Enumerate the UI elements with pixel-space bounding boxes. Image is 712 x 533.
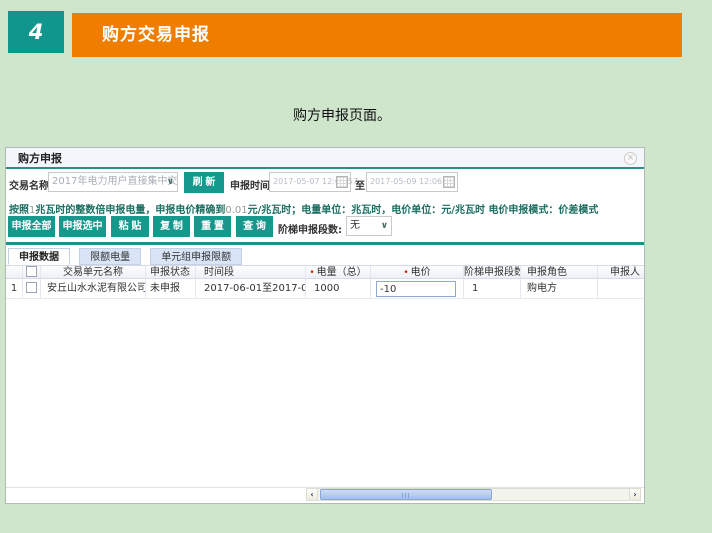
header-price-label: 电价: [411, 267, 431, 278]
header-quantity-label: 电量（总）: [317, 267, 367, 278]
row-checkbox-cell: [23, 279, 41, 298]
chevron-down-icon: ∨: [167, 173, 174, 191]
row-period: 2017-06-01至2017-06-30: [196, 279, 306, 298]
buyer-declaration-window: 购方申报 × 交易名称： 2017年电力用户直接集中交易模拟 ∨ 刷 新 申报时…: [5, 147, 645, 504]
declare-all-button[interactable]: 申报全部: [8, 216, 55, 237]
tab-declare-data[interactable]: 申报数据: [8, 248, 70, 265]
paste-button[interactable]: 粘 贴: [111, 216, 149, 237]
select-all-checkbox[interactable]: [26, 266, 37, 277]
row-price-cell: [371, 279, 464, 298]
row-steps: 1: [464, 279, 521, 298]
trade-name-select[interactable]: 2017年电力用户直接集中交易模拟 ∨: [48, 172, 178, 192]
hint-text: 按照: [9, 205, 29, 216]
hint-number: 0.01: [225, 205, 247, 216]
hint-text: 兆瓦时的整数倍申报电量，申报电价精确到: [35, 205, 225, 216]
refresh-button[interactable]: 刷 新: [184, 172, 224, 193]
row-role: 购电方: [521, 279, 598, 298]
query-button[interactable]: 查 询: [236, 216, 273, 237]
header-person: 申报人: [598, 266, 644, 278]
table-row: 1 安丘山水水泥有限公司 未申报 2017-06-01至2017-06-30 1…: [6, 279, 644, 299]
section-number-badge: 4: [8, 11, 64, 53]
scroll-right-icon[interactable]: ›: [629, 489, 640, 500]
required-dot-icon: •: [403, 268, 408, 278]
row-unit-name: 安丘山水水泥有限公司: [41, 279, 146, 298]
header-role: 申报角色: [521, 266, 598, 278]
step-count-select-value: 无: [350, 220, 360, 231]
reset-button[interactable]: 重 置: [194, 216, 231, 237]
window-titlebar: 购方申报 ×: [6, 148, 644, 169]
calendar-icon[interactable]: [336, 176, 348, 188]
time-to-input[interactable]: 2017-05-09 12:06:57: [366, 172, 458, 192]
table-footer: ‹ ›: [6, 487, 644, 501]
row-index: 1: [6, 279, 23, 298]
price-input[interactable]: [376, 281, 456, 297]
header-status: 申报状态: [146, 266, 196, 278]
header-checkbox-cell: [23, 266, 41, 278]
tab-bar: 申报数据 限额电量 单元组申报限额: [8, 248, 246, 265]
row-person: [598, 279, 644, 298]
scrollbar-grip-icon: [402, 493, 410, 498]
tab-quota-energy[interactable]: 限额电量: [79, 248, 141, 265]
row-quantity: 1000: [306, 279, 371, 298]
calendar-icon[interactable]: [443, 176, 455, 188]
to-label: 至: [355, 177, 365, 192]
page-background: 4 购方交易申报 购方申报页面。 购方申报 × 交易名称： 2017年电力用户直…: [0, 0, 712, 533]
header-unit-name: 交易单元名称: [41, 266, 146, 278]
step-count-label: 阶梯申报段数:: [278, 221, 342, 236]
chevron-down-icon: ∨: [381, 217, 388, 235]
tab-unit-group-quota[interactable]: 单元组申报限额: [150, 248, 242, 265]
row-checkbox[interactable]: [26, 282, 37, 293]
header-quantity: •电量（总）: [306, 266, 371, 278]
horizontal-scrollbar[interactable]: ‹ ›: [306, 488, 641, 501]
required-dot-icon: •: [309, 268, 314, 278]
scrollbar-thumb[interactable]: [320, 489, 492, 500]
step-count-select[interactable]: 无 ∨: [346, 216, 392, 236]
time-from-input[interactable]: 2017-05-07 12:06:57: [269, 172, 351, 192]
window-title: 购方申报: [6, 148, 644, 169]
row-status: 未申报: [146, 279, 196, 298]
copy-button[interactable]: 复 制: [153, 216, 190, 237]
declaration-rules-hint: 按照1兆瓦时的整数倍申报电量，申报电价精确到0.01元/兆瓦时；电量单位：兆瓦时…: [9, 201, 598, 216]
close-icon[interactable]: ×: [624, 152, 637, 165]
header-index: [6, 266, 23, 278]
trade-name-select-value: 2017年电力用户直接集中交易模拟: [52, 176, 178, 187]
table-header: 交易单元名称 申报状态 时间段 •电量（总） •电价 阶梯申报段数 申报角色 申…: [6, 265, 644, 279]
declare-selected-button[interactable]: 申报选中: [59, 216, 106, 237]
page-caption: 购方申报页面。: [293, 105, 391, 125]
hint-text: 元/兆瓦时；电量单位：兆瓦时，电价单位：元/兆瓦时: [248, 205, 489, 216]
teal-separator: [6, 242, 644, 245]
scroll-left-icon[interactable]: ‹: [307, 489, 318, 500]
header-price: •电价: [371, 266, 464, 278]
hint-price-mode: 电价申报模式：价差模式: [488, 205, 598, 216]
header-steps: 阶梯申报段数: [464, 266, 521, 278]
section-title-banner: 购方交易申报: [72, 13, 682, 57]
header-period: 时间段: [196, 266, 306, 278]
